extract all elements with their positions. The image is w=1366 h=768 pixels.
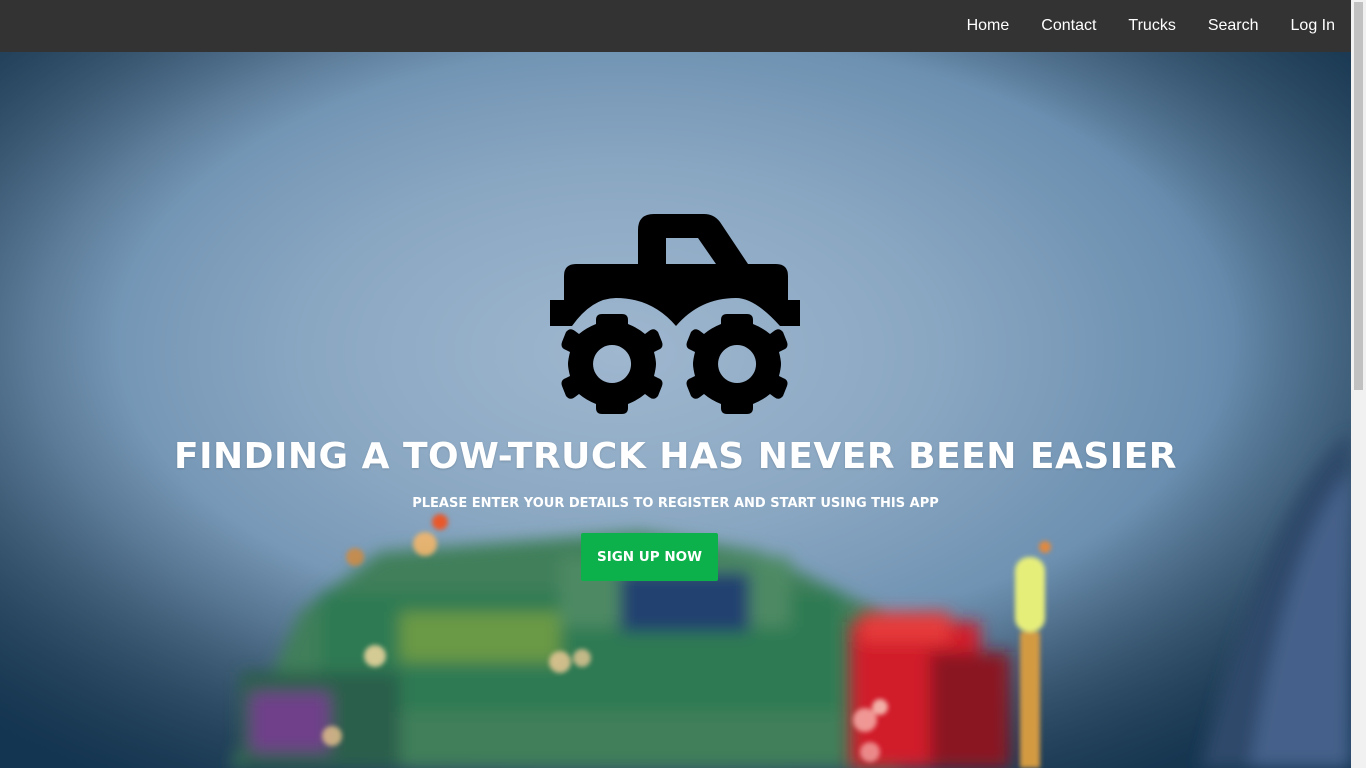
hero-title: FINDING A TOW-TRUCK HAS NEVER BEEN EASIE… — [173, 436, 1177, 477]
sign-up-button[interactable]: SIGN UP NOW — [581, 533, 718, 581]
hero-content: FINDING A TOW-TRUCK HAS NEVER BEEN EASIE… — [0, 52, 1351, 768]
nav-trucks-link[interactable]: Trucks — [1112, 0, 1191, 52]
nav-contact-link[interactable]: Contact — [1025, 0, 1112, 52]
vertical-scrollbar[interactable] — [1351, 0, 1366, 768]
nav-login-link[interactable]: Log In — [1275, 0, 1351, 52]
hero-subtitle: PLEASE ENTER YOUR DETAILS TO REGISTER AN… — [412, 496, 939, 511]
top-navbar: Home Contact Trucks Search Log In — [0, 0, 1351, 52]
nav-home-link[interactable]: Home — [951, 0, 1026, 52]
scrollbar-thumb[interactable] — [1354, 2, 1363, 390]
hero-section: FINDING A TOW-TRUCK HAS NEVER BEEN EASIE… — [0, 52, 1351, 768]
monster-truck-icon — [550, 214, 800, 414]
nav-links: Home Contact Trucks Search Log In — [951, 0, 1351, 52]
nav-search-link[interactable]: Search — [1192, 0, 1275, 52]
page: Home Contact Trucks Search Log In FINDIN… — [0, 0, 1366, 768]
